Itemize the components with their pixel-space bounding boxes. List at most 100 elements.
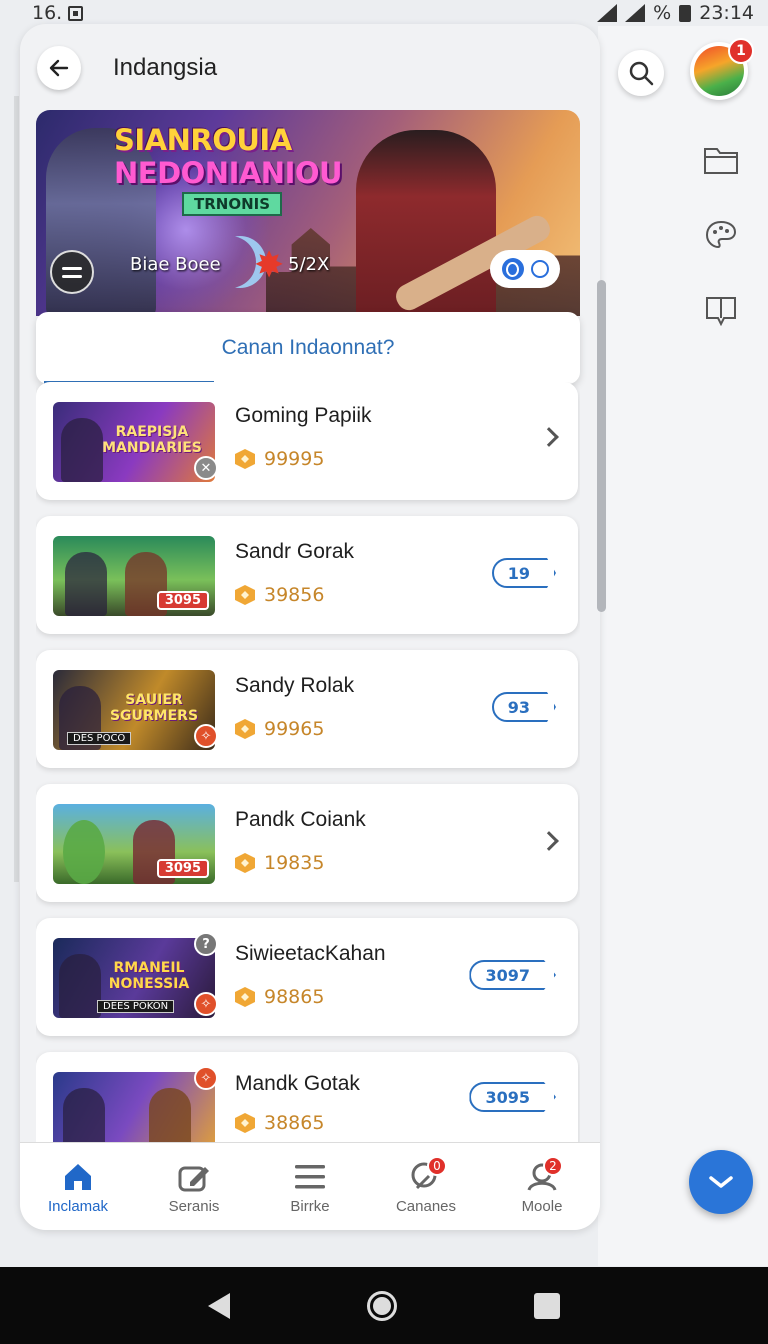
hero-menu-button[interactable] [50, 250, 94, 294]
coin-value: 38865 [264, 1112, 325, 1134]
coin-value: 99965 [264, 718, 325, 740]
coin-icon [235, 719, 255, 739]
hero-title: SIANROUIA NEDONIANIOU [114, 124, 343, 190]
game-thumbnail: SAUIER SGURMERS DES POCO [53, 670, 215, 750]
game-name: Mandk Gotak [235, 1072, 360, 1095]
nav-item-series[interactable]: Seranis [136, 1143, 252, 1230]
game-name: Goming Papiik [235, 404, 372, 427]
header: Indangsia [20, 24, 600, 112]
menu-icon [293, 1160, 327, 1194]
moon-icon [204, 236, 256, 288]
game-name: Sandy Rolak [235, 674, 355, 697]
game-list: RAEPISJA MANDIARIES ✕ Goming Papiik 9999… [36, 382, 580, 1142]
coin-icon [235, 1113, 255, 1133]
game-coins: 39856 [235, 584, 324, 606]
count-pill[interactable]: 3095 [469, 1082, 556, 1112]
thumb-tag: DES POCO [67, 732, 132, 745]
game-card[interactable]: 3095 Pandk Coiank 19835 [36, 784, 578, 902]
hero-carousel-toggle[interactable] [490, 250, 560, 288]
game-coins: 19835 [235, 852, 324, 874]
thumb-tag: DEES POKON [97, 1000, 175, 1013]
game-coins: 99965 [235, 718, 324, 740]
scrollbar[interactable] [597, 280, 606, 612]
nav-label: Cananes [395, 1197, 457, 1215]
avatar[interactable]: 1 [690, 38, 754, 100]
status-bar: 16. % 23:14 [0, 0, 768, 26]
page-title: Indangsia [113, 54, 218, 81]
system-home-icon[interactable] [366, 1290, 397, 1321]
search-button[interactable] [618, 50, 664, 96]
thumb-tag: 3095 [156, 591, 209, 610]
game-card[interactable]: RMANEIL NONESSIA DEES POKON ? ✧ Siwieeta… [36, 918, 578, 1036]
status-time-right: 23:14 [699, 2, 754, 24]
game-card[interactable]: RAEPISJA MANDIARIES ✕ Goming Papiik 9999… [36, 382, 578, 500]
count-pill[interactable]: 93 [491, 692, 556, 722]
game-name: SiwieetacKahan [235, 942, 386, 965]
nav-item-channels[interactable]: 0 Cananes [368, 1143, 484, 1230]
system-back-icon[interactable] [208, 1292, 231, 1319]
count-pill[interactable]: 3097 [469, 960, 556, 990]
book-icon[interactable] [703, 292, 739, 328]
nav-badge: 2 [543, 1155, 563, 1176]
game-card[interactable]: SAUIER SGURMERS DES POCO ✧ Sandy Rolak 9… [36, 650, 578, 768]
system-nav-bar [0, 1267, 768, 1344]
status-time-left: 16. [32, 2, 63, 24]
nav-item-browse[interactable]: Birrke [252, 1143, 368, 1230]
battery-percent: % [653, 2, 672, 24]
chevron-right-icon[interactable] [539, 427, 559, 447]
coin-value: 98865 [264, 986, 325, 1008]
search-icon [629, 61, 654, 86]
hero-badge: TRNONIS [182, 192, 283, 216]
status-left: 16. [32, 2, 84, 24]
thumb-figure [65, 552, 107, 616]
count-pill[interactable]: 19 [491, 558, 556, 588]
fire-icon: ✧ [194, 1066, 218, 1090]
nav-label: Moole [521, 1197, 563, 1215]
coin-icon [235, 853, 255, 873]
carousel-dot-active[interactable] [501, 258, 524, 280]
nav-badge: 0 [427, 1155, 447, 1176]
right-rail [598, 26, 768, 1266]
notification-icon [68, 5, 84, 21]
hero-label-right: 5/2X [288, 254, 330, 275]
home-icon [61, 1160, 95, 1194]
system-recents-icon[interactable] [533, 1292, 560, 1319]
thumb-figure [149, 1088, 191, 1142]
prompt-card[interactable]: Canan Indaonnat? [36, 312, 580, 384]
fire-icon: ✧ [194, 724, 218, 748]
fire-icon: ✧ [194, 992, 218, 1016]
game-coins: 98865 [235, 986, 324, 1008]
game-name: Pandk Coiank [235, 808, 366, 831]
coin-icon [235, 987, 255, 1007]
game-card[interactable]: ✧ Mandk Gotak 38865 3095 [36, 1052, 578, 1142]
wifi-icon [597, 4, 618, 22]
battery-icon [679, 4, 692, 22]
coin-value: 99995 [264, 448, 325, 470]
hero-banner[interactable]: SIANROUIA NEDONIANIOU TRNONIS Biae Boee … [36, 110, 580, 316]
folder-icon[interactable] [703, 142, 739, 178]
nav-label: Seranis [168, 1197, 220, 1215]
palette-icon[interactable] [703, 218, 739, 254]
game-thumbnail: 3095 [53, 536, 215, 616]
game-card[interactable]: 3095 Sandr Gorak 39856 19 [36, 516, 578, 634]
hero-title-line2: NEDONIANIOU [114, 156, 343, 190]
left-edge-shadow [14, 96, 19, 882]
nav-item-home[interactable]: Inclamak [20, 1143, 136, 1230]
thumb-figure [63, 820, 105, 884]
star-icon: ✸ [254, 245, 285, 286]
help-icon: ? [194, 932, 218, 956]
coin-icon [235, 585, 255, 605]
confirm-fab[interactable] [689, 1150, 753, 1214]
nav-item-profile[interactable]: 2 Moole [484, 1143, 600, 1230]
carousel-dot[interactable] [530, 260, 549, 278]
nav-label: Birrke [290, 1197, 330, 1215]
coin-value: 39856 [264, 584, 325, 606]
avatar-badge: 1 [728, 38, 754, 64]
chevron-right-icon[interactable] [539, 831, 559, 851]
cell-signal-icon [625, 4, 646, 22]
thumb-title: RMANEIL NONESSIA [108, 960, 190, 992]
thumb-title: SAUIER SGURMERS [109, 692, 199, 724]
back-button[interactable] [37, 46, 81, 90]
edit-icon [177, 1160, 211, 1194]
status-right: % 23:14 [597, 2, 754, 24]
